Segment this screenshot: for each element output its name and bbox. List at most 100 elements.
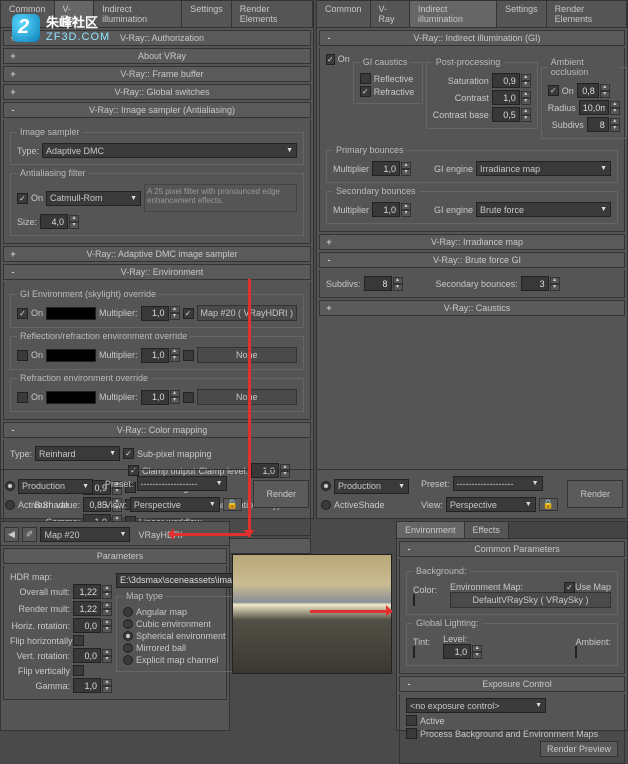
view-dropdown-r[interactable]: Perspective bbox=[446, 497, 536, 512]
rollout-about[interactable]: +About VRay bbox=[3, 48, 311, 64]
fv-chk[interactable] bbox=[73, 665, 84, 676]
g-spinner[interactable]: ▴▾ bbox=[73, 678, 112, 693]
mt-cub[interactable] bbox=[123, 619, 133, 629]
tab-vray-r[interactable]: V-Ray bbox=[371, 1, 410, 27]
refl-env-color[interactable] bbox=[46, 349, 96, 362]
shade-radio-r[interactable] bbox=[321, 500, 331, 510]
rm-spinner[interactable]: ▴▾ bbox=[73, 601, 112, 616]
rollout-adaptive[interactable]: +V-Ray:: Adaptive DMC image sampler bbox=[3, 246, 311, 262]
active-chk[interactable] bbox=[406, 715, 417, 726]
shade-radio[interactable] bbox=[5, 500, 15, 510]
refl-env-map-button[interactable]: None bbox=[197, 347, 297, 363]
ao-spinner[interactable]: ▴▾ bbox=[577, 83, 610, 98]
preset-dropdown-r[interactable]: ------------------- bbox=[453, 476, 543, 491]
bf-bounce[interactable]: ▴▾ bbox=[521, 276, 560, 291]
mt-mir[interactable] bbox=[123, 643, 133, 653]
prod-radio-r[interactable] bbox=[321, 481, 331, 491]
mt-sph[interactable] bbox=[123, 631, 133, 641]
prod-dropdown-r[interactable]: Production bbox=[334, 479, 409, 494]
gi-env-color[interactable] bbox=[46, 307, 96, 320]
eyedropper-icon[interactable]: ✐ bbox=[22, 527, 38, 542]
ao-on[interactable] bbox=[548, 85, 559, 96]
sec-engine[interactable]: Brute force bbox=[476, 202, 611, 217]
refl-chk[interactable] bbox=[360, 73, 371, 84]
refr-env-mult[interactable]: ▴▾ bbox=[141, 390, 180, 405]
aa-on-checkbox[interactable] bbox=[17, 193, 28, 204]
rollout-bf[interactable]: -V-Ray:: Brute force GI bbox=[319, 252, 625, 268]
sub-spinner[interactable]: ▴▾ bbox=[587, 117, 620, 132]
rollout-common[interactable]: -Common Parameters bbox=[399, 541, 625, 557]
rollout-color[interactable]: -V-Ray:: Color mapping bbox=[3, 422, 311, 438]
view-dropdown[interactable]: Perspective bbox=[130, 497, 220, 512]
rollout-env[interactable]: -V-Ray:: Environment bbox=[3, 264, 311, 280]
om-spinner[interactable]: ▴▾ bbox=[73, 584, 112, 599]
render-preview-button[interactable]: Render Preview bbox=[540, 741, 618, 757]
gi-on[interactable] bbox=[326, 54, 335, 65]
refr-env-color[interactable] bbox=[46, 391, 96, 404]
tab-render-elements-r[interactable]: Render Elements bbox=[547, 1, 627, 27]
refr-env-map-button[interactable]: None bbox=[197, 389, 297, 405]
refr-env-map-chk[interactable] bbox=[183, 392, 194, 403]
gi-env-map-chk[interactable] bbox=[183, 308, 194, 319]
rollout-exposure[interactable]: -Exposure Control bbox=[399, 676, 625, 692]
rollout-sampler[interactable]: -V-Ray:: Image sampler (Antialiasing) bbox=[3, 102, 311, 118]
tab-eff[interactable]: Effects bbox=[465, 522, 509, 538]
gi-env-on[interactable] bbox=[17, 308, 28, 319]
level-spinner[interactable]: ▴▾ bbox=[443, 644, 482, 659]
refl-env-map-chk[interactable] bbox=[183, 350, 194, 361]
fh-chk[interactable] bbox=[73, 635, 84, 646]
cbase-spinner[interactable]: ▴▾ bbox=[492, 107, 531, 122]
ambient-color[interactable] bbox=[575, 646, 577, 658]
tab-settings[interactable]: Settings bbox=[182, 1, 232, 27]
sat-spinner[interactable]: ▴▾ bbox=[492, 73, 531, 88]
prim-engine[interactable]: Irradiance map bbox=[476, 161, 611, 176]
render-button-r[interactable]: Render bbox=[567, 480, 623, 508]
preset-dropdown[interactable]: ------------------- bbox=[137, 476, 227, 491]
rollout-global[interactable]: +V-Ray:: Global switches bbox=[3, 84, 311, 100]
rollout-caustics[interactable]: +V-Ray:: Caustics bbox=[319, 300, 625, 316]
mt-ang[interactable] bbox=[123, 607, 133, 617]
mt-exp[interactable] bbox=[123, 655, 133, 665]
bg-color[interactable] bbox=[413, 594, 415, 606]
refl-env-on[interactable] bbox=[17, 350, 28, 361]
gi-env-map-button[interactable]: Map #20 ( VRayHDRI ) bbox=[197, 305, 297, 321]
cmap-type-dropdown[interactable]: Reinhard bbox=[35, 446, 120, 461]
gi-env-mult[interactable]: ▴▾ bbox=[141, 306, 180, 321]
tab-env[interactable]: Environment bbox=[397, 522, 465, 538]
aa-filter-dropdown[interactable]: Catmull-Rom bbox=[46, 191, 141, 206]
lock-icon[interactable]: 🔒 bbox=[223, 498, 242, 511]
prod-dropdown[interactable]: Production bbox=[18, 479, 93, 494]
aa-size-spinner[interactable]: ▴▾ bbox=[40, 214, 79, 229]
sampler-type-dropdown[interactable]: Adaptive DMC bbox=[42, 143, 297, 158]
rollout-params[interactable]: Parameters bbox=[3, 548, 227, 564]
bf-sub[interactable]: ▴▾ bbox=[364, 276, 403, 291]
rad-spinner[interactable]: ▴▾ bbox=[579, 100, 620, 115]
refl-env-mult[interactable]: ▴▾ bbox=[141, 348, 180, 363]
rollout-gi[interactable]: -V-Ray:: Indirect illumination (GI) bbox=[319, 30, 625, 46]
vr-spinner[interactable]: ▴▾ bbox=[73, 648, 112, 663]
hr-spinner[interactable]: ▴▾ bbox=[73, 618, 112, 633]
tab-settings-r[interactable]: Settings bbox=[497, 1, 547, 27]
refr-chk[interactable] bbox=[360, 86, 371, 97]
prim-mult[interactable]: ▴▾ bbox=[372, 161, 411, 176]
sec-mult[interactable]: ▴▾ bbox=[372, 202, 411, 217]
render-button[interactable]: Render bbox=[253, 480, 309, 508]
hdr-path[interactable] bbox=[116, 573, 241, 588]
nav-back-icon[interactable]: ◀ bbox=[4, 527, 19, 542]
cont-spinner[interactable]: ▴▾ bbox=[492, 90, 531, 105]
lock-icon-r[interactable]: 🔒 bbox=[539, 498, 558, 511]
tint-color[interactable] bbox=[413, 646, 415, 658]
exposure-dropdown[interactable]: <no exposure control> bbox=[406, 698, 546, 713]
subpx-chk[interactable] bbox=[123, 448, 134, 459]
proc-chk[interactable] bbox=[406, 728, 417, 739]
map-name-dropdown[interactable]: Map #20 bbox=[40, 527, 130, 542]
tab-render-elements[interactable]: Render Elements bbox=[232, 1, 313, 27]
rollout-irr[interactable]: +V-Ray:: Irradiance map bbox=[319, 234, 625, 250]
envmap-button[interactable]: DefaultVRaySky ( VRaySky ) bbox=[450, 592, 611, 608]
tab-common-r[interactable]: Common bbox=[317, 1, 371, 27]
usemap-chk[interactable] bbox=[564, 582, 575, 593]
prod-radio[interactable] bbox=[5, 481, 15, 491]
tab-indirect-r[interactable]: Indirect illumination bbox=[410, 1, 497, 27]
refr-env-on[interactable] bbox=[17, 392, 28, 403]
rollout-frame[interactable]: +V-Ray:: Frame buffer bbox=[3, 66, 311, 82]
